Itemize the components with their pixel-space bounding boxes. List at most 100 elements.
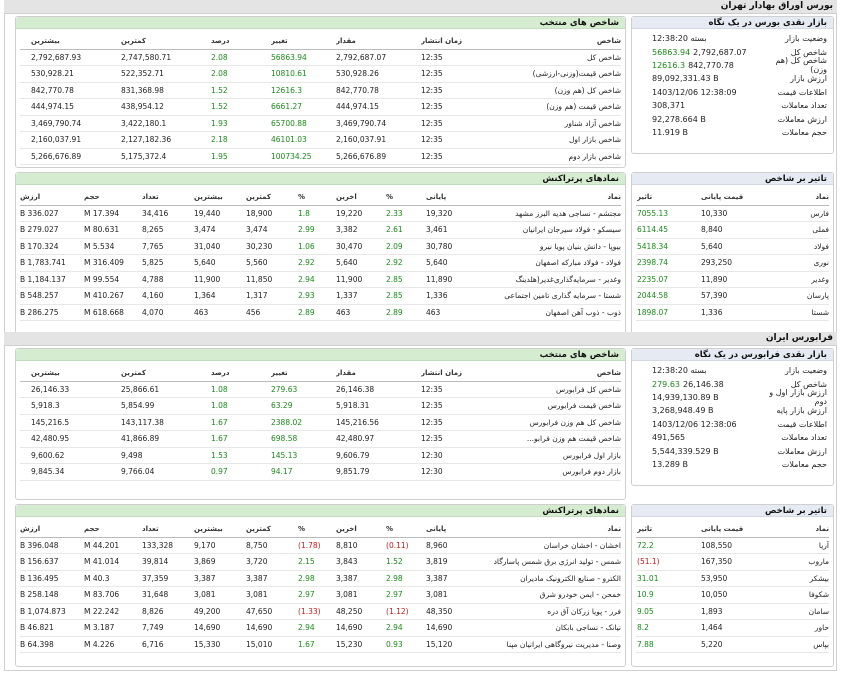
table-row[interactable]: فرر - پویا زرکان آق دره 48,350 (1.12) 48,25… — [20, 604, 621, 620]
table-cell[interactable]: ماروب — [767, 557, 829, 566]
table-row[interactable]: شاخص بازار اول 12:35 2,160,037.91 46101.03 2… — [20, 132, 621, 149]
table-row[interactable]: شاخص قیمت(وزنی-ارزشی) 12:35 530,928.26 1081… — [20, 66, 621, 83]
table-row[interactable]: شاخص کل (هم وزن) 12:35 842,770.78 12616.3 1.… — [20, 83, 621, 99]
table-cell: 258.148 B — [20, 590, 59, 600]
table-row[interactable]: مجتشم - نساجی هدیه البرز مشهد 19,320 2.33 1… — [20, 206, 621, 222]
table-cell[interactable]: وغدیر — [767, 275, 829, 284]
table-cell: 6114.45 — [637, 225, 669, 235]
table-cell: 1,336 — [426, 291, 448, 301]
table-cell[interactable]: شاخص کل — [481, 53, 621, 62]
table-row[interactable]: ذوب - ذوب آهن اصفهان 463 2.89 463 2.89 456 463… — [20, 305, 621, 321]
table-row[interactable]: شاخص کل 12:35 2,792,687.07 56863.94 2.08 2,74… — [20, 50, 621, 66]
table-cell: 6661.27 — [271, 102, 303, 112]
table-row[interactable]: وغدیر 11,890 2235.07 — [636, 272, 829, 288]
table-cell[interactable]: نوری — [767, 258, 829, 267]
table-cell[interactable]: مجتشم - نساجی هدیه البرز مشهد — [471, 209, 621, 218]
table-row[interactable]: نیانک - نساجی بابکان 14,690 2.94 14,690 2.94… — [20, 620, 621, 637]
table-cell: 3,720 — [246, 557, 268, 567]
table-row[interactable]: خمحن - ایمن خودرو شرق 3,081 2.97 3,081 2.97 3… — [20, 587, 621, 604]
table-row[interactable]: بازار دوم فرابورس 12:30 9,851.79 94.17 0.97 9… — [20, 464, 621, 481]
table-row[interactable]: سیسکو - فولاد سیرجان ایرانیان 3,461 2.61 3,… — [20, 222, 621, 239]
table-row[interactable]: بپاس 5,220 7.88 — [636, 637, 829, 653]
table-cell[interactable]: سامان — [767, 607, 829, 616]
table-cell: 11,900 — [194, 274, 221, 284]
table-cell[interactable]: بپاس — [767, 640, 829, 649]
table-cell[interactable]: شاخص کل فرابورس — [481, 385, 621, 394]
table-row[interactable]: بازار اول فرابورس 12:30 9,606.79 145.13 1.53… — [20, 448, 621, 464]
table-cell[interactable]: فرر - پویا زرکان آق دره — [471, 607, 621, 616]
table-cell[interactable]: بیشکر — [767, 574, 829, 583]
table-cell[interactable]: آریا — [767, 541, 829, 550]
table-cell: 2.97 — [386, 590, 403, 600]
table-cell[interactable]: بیوپا - دانش بنیان پویا نیرو — [471, 242, 621, 251]
table-row[interactable]: پارسان 57,390 2044.58 — [636, 288, 829, 305]
table-cell: 8,960 — [426, 540, 448, 550]
table-row[interactable]: شمس - تولید انرژی برق شمس پاسارگاد 3,819 1… — [20, 554, 621, 571]
table-row[interactable]: شاخص قیمت (هم وزن) 12:35 444,974.15 6661.27… — [20, 99, 621, 116]
table-row[interactable]: شستا 1,336 1898.07 — [636, 305, 829, 321]
table-row[interactable]: فولاد 5,640 5418.34 — [636, 239, 829, 255]
table-cell: 2.08 — [211, 52, 228, 62]
table-cell[interactable]: بازار اول فرابورس — [481, 451, 621, 460]
table-row[interactable]: نوری 293,250 2398.74 — [636, 255, 829, 272]
table-cell: 3,387 — [246, 573, 268, 583]
table-cell[interactable]: شاخص بازار اول — [481, 135, 621, 144]
table-cell[interactable]: خمحن - ایمن خودرو شرق — [471, 590, 621, 599]
table-row[interactable]: بیشکر 53,950 31.01 — [636, 571, 829, 587]
table-cell[interactable]: حاور — [767, 623, 829, 632]
table-cell[interactable]: شاخص آزاد شناور — [481, 119, 621, 128]
table-cell[interactable]: پارسان — [767, 291, 829, 300]
table-row[interactable]: سامان 1,893 9.05 — [636, 604, 829, 620]
table-row[interactable]: شاخص بازار دوم 12:35 5,266,676.89 100734.25… — [20, 149, 621, 165]
table-row[interactable]: فولاد - فولاد مبارکه اصفهان 5,640 2.92 5,64… — [20, 255, 621, 272]
table-row[interactable]: آریا 108,550 72.2 — [636, 538, 829, 554]
column-header: مقدار — [336, 36, 356, 45]
table-cell[interactable]: فارس — [767, 209, 829, 218]
table-row[interactable]: شاخص کل هم وزن فرابورس 12:35 145,216.56 238… — [20, 415, 621, 431]
table-row[interactable]: فملی 8,840 6114.45 — [636, 222, 829, 239]
table-row[interactable]: شاخص قیمت فرابورس 12:35 5,918.31 63.29 1.08 5… — [20, 398, 621, 415]
table-row[interactable]: بیوپا - دانش بنیان پویا نیرو 30,780 2.09 30… — [20, 239, 621, 255]
table-cell[interactable]: نیانک - نساجی بابکان — [471, 623, 621, 632]
column-header: % — [298, 192, 306, 201]
table-cell[interactable]: وصنا - مدیریت نیروگاهی ایرانیان مپنا — [471, 640, 621, 649]
table-row[interactable]: اخشان - اخشان خراسان 8,960 (0.11) 8,810 (1.7… — [20, 538, 621, 554]
table-cell[interactable]: فولاد — [767, 242, 829, 251]
table-cell: 293,250 — [701, 258, 733, 268]
table-cell[interactable]: شاخص قیمت(وزنی-ارزشی) — [481, 69, 621, 78]
table-cell[interactable]: شاخص قیمت (هم وزن) — [481, 102, 621, 111]
table-row[interactable]: شستا - سرمایه گذاری تامین اجتماعی 1,336 2.… — [20, 288, 621, 305]
table-cell[interactable]: فولاد - فولاد مبارکه اصفهان — [471, 258, 621, 267]
table-cell[interactable]: شاخص قیمت هم وزن فرابو... — [481, 434, 621, 443]
table-row[interactable]: شاخص آزاد شناور 12:35 3,469,790.74 65700.88… — [20, 116, 621, 132]
table-cell[interactable]: شاخص کل (هم وزن) — [481, 86, 621, 95]
table-cell[interactable]: شستا — [767, 308, 829, 317]
table-cell: 19,220 — [336, 208, 363, 218]
table-cell: 48,350 — [426, 606, 453, 616]
table-cell[interactable]: الکترو - صنایع الکترونیک مادیران — [471, 574, 621, 583]
table-row[interactable]: شکوفا 10,050 10.9 — [636, 587, 829, 604]
table-cell[interactable]: شاخص بازار دوم — [481, 152, 621, 161]
table-row[interactable]: وغدیر - سرمایه‌گذاری‌غدیر(هلدینگ 11,890 2.… — [20, 272, 621, 288]
table-cell[interactable]: شاخص قیمت فرابورس — [481, 401, 621, 410]
table-row[interactable]: حاور 1,464 8.2 — [636, 620, 829, 637]
table-row[interactable]: وصنا - مدیریت نیروگاهی ایرانیان مپنا 15,1… — [20, 637, 621, 653]
table-cell: 41,866.89 — [121, 434, 160, 444]
table-cell[interactable]: شاخص کل هم وزن فرابورس — [481, 418, 621, 427]
table-row[interactable]: شاخص قیمت هم وزن فرابو... 12:35 42,480.97 6… — [20, 431, 621, 448]
table-cell[interactable]: شستا - سرمایه گذاری تامین اجتماعی — [471, 291, 621, 300]
table-cell[interactable]: شمس - تولید انرژی برق شمس پاسارگاد — [471, 557, 621, 566]
table-row[interactable]: فارس 10,330 7055.13 — [636, 206, 829, 222]
table-cell[interactable]: بازار دوم فرابورس — [481, 467, 621, 476]
table-cell[interactable]: اخشان - اخشان خراسان — [471, 541, 621, 550]
table-row[interactable]: الکترو - صنایع الکترونیک مادیران 3,387 2.9… — [20, 571, 621, 587]
table-row[interactable]: ماروب 167,350 (51.1) — [636, 554, 829, 571]
table-cell[interactable]: شکوفا — [767, 590, 829, 599]
table-cell[interactable]: فملی — [767, 225, 829, 234]
market-label: تعداد معاملات — [781, 433, 827, 443]
table-cell[interactable]: ذوب - ذوب آهن اصفهان — [471, 308, 621, 317]
table-cell: 17.394 M — [84, 208, 120, 218]
table-row[interactable]: شاخص کل فرابورس 12:35 26,146.38 279.63 1.08 2… — [20, 382, 621, 398]
table-cell[interactable]: سیسکو - فولاد سیرجان ایرانیان — [471, 225, 621, 234]
table-cell[interactable]: وغدیر - سرمایه‌گذاری‌غدیر(هلدینگ — [471, 275, 621, 284]
